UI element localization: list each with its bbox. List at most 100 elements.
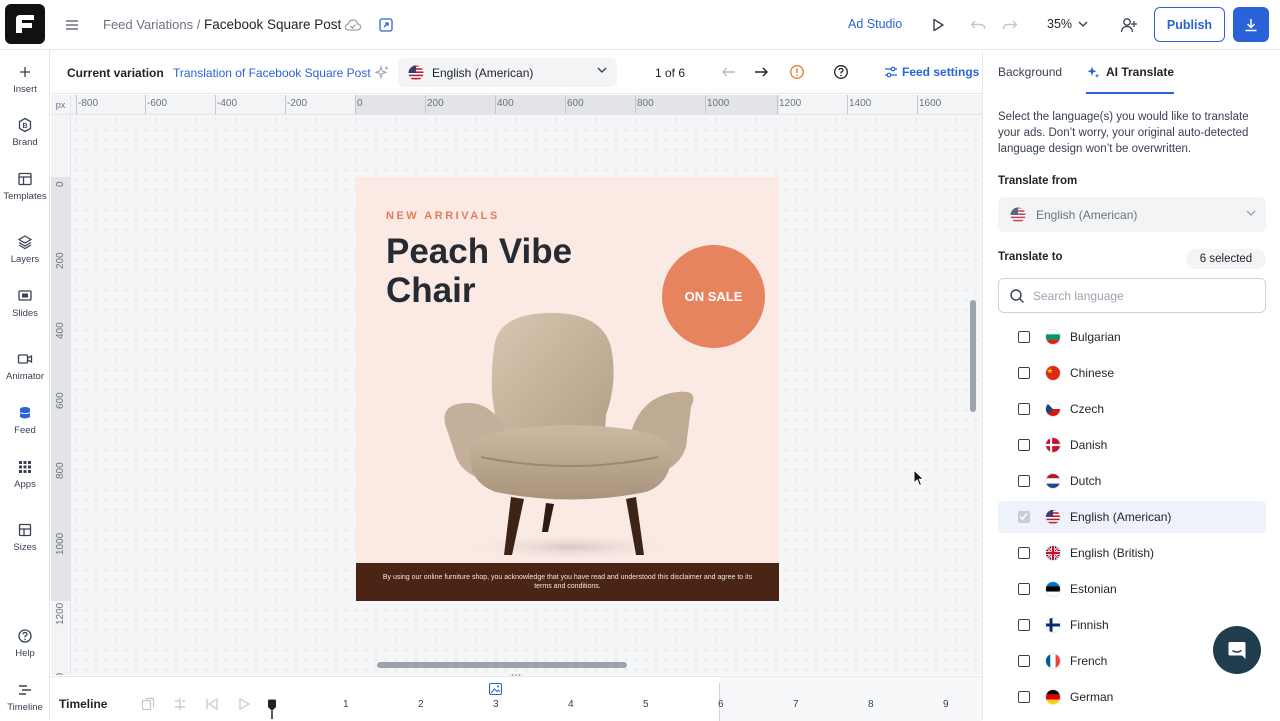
- duplicate-icon[interactable]: [141, 697, 155, 711]
- translate-to-label: Translate to: [998, 251, 1063, 263]
- checkbox[interactable]: [1018, 655, 1030, 667]
- undo-icon[interactable]: [968, 15, 988, 35]
- skip-back-icon[interactable]: [205, 697, 219, 711]
- language-select[interactable]: English (American): [398, 58, 617, 87]
- ruler-tick-label: 400: [497, 98, 514, 109]
- denmark-flag-icon: [1045, 437, 1061, 453]
- search-language-input[interactable]: [1033, 288, 1253, 303]
- language-option[interactable]: English (British): [998, 537, 1266, 569]
- mouse-cursor-icon: [913, 469, 925, 487]
- estonia-flag-icon: [1045, 581, 1061, 597]
- slide-image-icon[interactable]: [489, 683, 502, 695]
- sidebar-item-sizes[interactable]: Sizes: [0, 522, 50, 553]
- ruler-tick-label: 200: [55, 252, 66, 269]
- ruler-tick-label: 1200: [779, 98, 802, 109]
- horizontal-ruler: -800 -600 -400 -200 0 200 400 600 800 1000 1200 140…: [51, 95, 982, 115]
- apps-grid-icon: [19, 461, 31, 473]
- translation-link[interactable]: Translation of Facebook Square Post: [173, 66, 371, 80]
- add-user-icon[interactable]: [1118, 14, 1140, 36]
- timeline-tick-label: 1: [343, 699, 349, 710]
- ad-headline[interactable]: Peach Vibe Chair: [386, 232, 636, 310]
- sidebar-item-label: Sizes: [13, 542, 37, 553]
- help-circle-icon[interactable]: [833, 64, 849, 80]
- search-icon: [1010, 288, 1024, 303]
- ad-eyebrow-text[interactable]: NEW ARRIVALS: [386, 210, 500, 222]
- sparkle-icon[interactable]: [374, 65, 390, 81]
- checkbox[interactable]: [1018, 619, 1030, 631]
- ad-design[interactable]: NEW ARRIVALS Peach Vibe Chair ON SALE By…: [356, 177, 779, 601]
- breadcrumb: Feed Variations / Facebook Square Post: [103, 17, 341, 32]
- sidebar-item-apps[interactable]: Apps: [0, 459, 50, 490]
- checkbox[interactable]: [1018, 403, 1030, 415]
- checkbox[interactable]: [1018, 583, 1030, 595]
- ruler-tick-label: 1000: [55, 532, 66, 555]
- checkbox[interactable]: [1018, 691, 1030, 703]
- checkbox[interactable]: [1018, 331, 1030, 343]
- redo-icon[interactable]: [1000, 15, 1020, 35]
- checkbox[interactable]: [1018, 439, 1030, 451]
- checkbox-checked[interactable]: [1018, 511, 1030, 523]
- next-arrow-icon[interactable]: [753, 65, 769, 79]
- breadcrumb-parent[interactable]: Feed Variations: [103, 17, 193, 32]
- ruler-tick-label: 600: [55, 392, 66, 409]
- brand-icon: B: [18, 117, 32, 133]
- language-option[interactable]: Danish: [998, 429, 1266, 461]
- sidebar-item-templates[interactable]: Templates: [0, 171, 50, 202]
- active-tab-indicator: [1086, 92, 1174, 94]
- tab-background[interactable]: Background: [998, 65, 1062, 79]
- netherlands-flag-icon: [1045, 473, 1061, 489]
- ad-disclaimer[interactable]: By using our online furniture shop, you …: [356, 563, 779, 601]
- language-option[interactable]: English (American): [998, 501, 1266, 533]
- sidebar-item-brand[interactable]: B Brand: [0, 117, 50, 148]
- sliders-icon: [885, 66, 897, 78]
- ad-studio-link[interactable]: Ad Studio: [848, 17, 902, 31]
- zoom-value: 35%: [1047, 17, 1073, 31]
- language-option[interactable]: Estonian: [998, 573, 1266, 605]
- checkbox[interactable]: [1018, 475, 1030, 487]
- language-option-label: Finnish: [1070, 618, 1109, 632]
- hamburger-menu-icon[interactable]: [62, 15, 82, 35]
- download-button[interactable]: [1233, 7, 1269, 42]
- zoom-dropdown[interactable]: 35%: [1047, 17, 1088, 31]
- version-share-icon[interactable]: [376, 15, 396, 35]
- language-search[interactable]: [998, 278, 1266, 313]
- translate-from-select: English (American): [998, 197, 1266, 232]
- timeline-tick-label: 7: [793, 699, 799, 710]
- checkbox[interactable]: [1018, 547, 1030, 559]
- sidebar-item-feed[interactable]: Feed: [0, 405, 50, 436]
- play-icon[interactable]: [237, 697, 251, 711]
- language-option[interactable]: German: [998, 681, 1266, 713]
- ruler-tick-label: -600: [147, 98, 168, 109]
- tab-ai-translate[interactable]: AI Translate: [1086, 65, 1174, 79]
- ruler-tick-label: 1400: [849, 98, 872, 109]
- language-option[interactable]: Czech: [998, 393, 1266, 425]
- warning-icon[interactable]: [789, 64, 805, 80]
- app-logo[interactable]: [5, 4, 45, 44]
- sidebar-item-slides[interactable]: Slides: [0, 288, 50, 319]
- language-option[interactable]: Bulgarian: [998, 321, 1266, 353]
- previous-arrow-icon[interactable]: [721, 65, 737, 79]
- language-option[interactable]: Chinese: [998, 357, 1266, 389]
- play-preview-icon[interactable]: [928, 15, 948, 35]
- playhead[interactable]: [267, 699, 277, 719]
- sidebar-item-insert[interactable]: Insert: [0, 64, 50, 95]
- language-option[interactable]: Dutch: [998, 465, 1266, 497]
- vertical-scrollbar[interactable]: [970, 300, 976, 412]
- chat-support-button[interactable]: [1213, 626, 1261, 674]
- chair-image[interactable]: [436, 307, 706, 565]
- france-flag-icon: [1045, 653, 1061, 669]
- sidebar-item-animator[interactable]: Animator: [0, 351, 50, 382]
- sidebar-item-layers[interactable]: Layers: [0, 234, 50, 265]
- timeline-tick-label: 8: [868, 699, 874, 710]
- timeline-tick-label: 2: [418, 699, 424, 710]
- sidebar-item-help[interactable]: Help: [0, 628, 50, 659]
- horizontal-scrollbar[interactable]: [377, 662, 627, 668]
- feed-settings-button[interactable]: Feed settings: [884, 65, 979, 79]
- language-option-label: Czech: [1070, 402, 1105, 416]
- checkbox[interactable]: [1018, 367, 1030, 379]
- split-icon[interactable]: [173, 697, 187, 711]
- sidebar-item-timeline[interactable]: Timeline: [0, 682, 50, 713]
- ad-sale-badge-text: ON SALE: [684, 289, 743, 304]
- finland-flag-icon: [1045, 617, 1061, 633]
- publish-button[interactable]: Publish: [1154, 7, 1225, 42]
